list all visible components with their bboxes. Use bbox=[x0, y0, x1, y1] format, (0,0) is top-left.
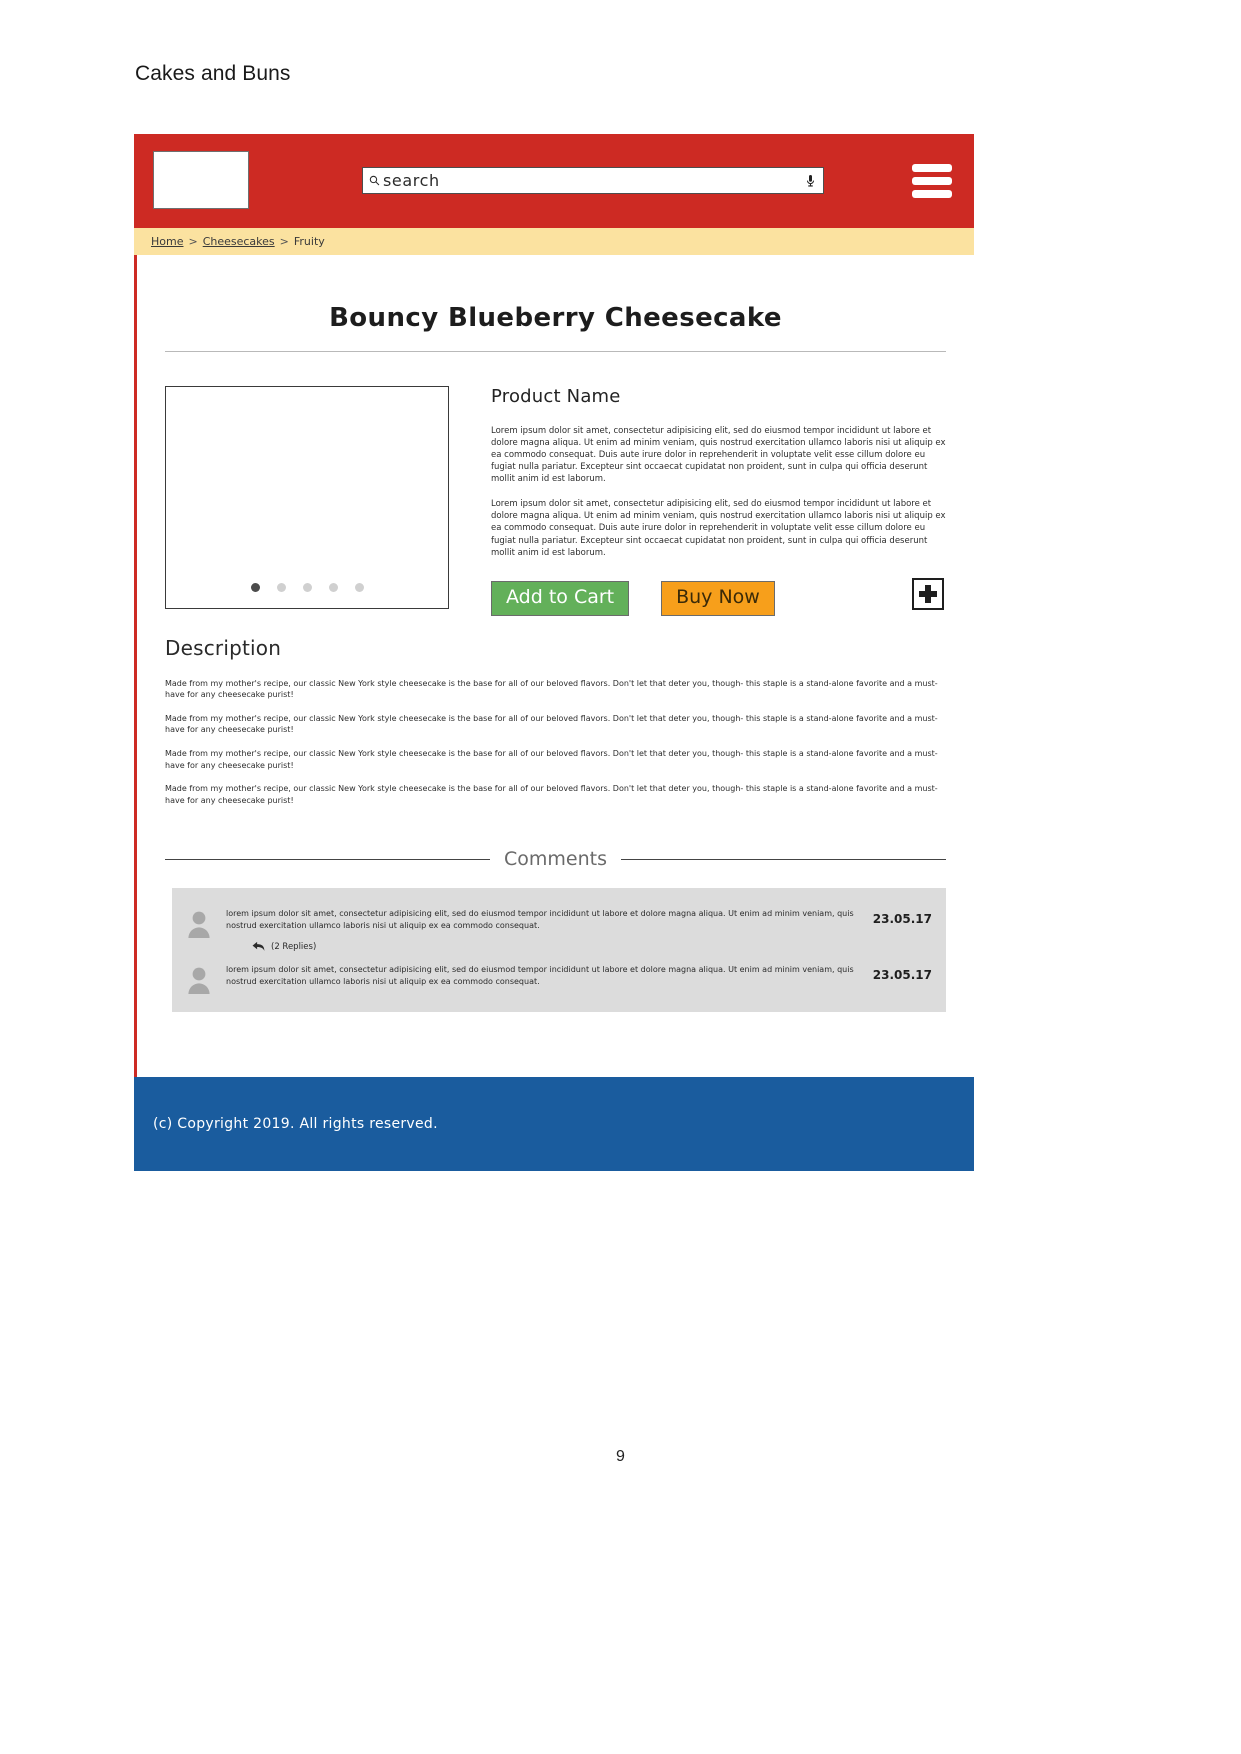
comments-divider-left bbox=[165, 858, 490, 860]
description-paragraph: Made from my mother's recipe, our classi… bbox=[165, 749, 938, 770]
description-heading: Description bbox=[165, 635, 282, 660]
comment-replies-link[interactable]: (2 Replies) bbox=[252, 941, 859, 952]
breadcrumb-item-home[interactable]: Home bbox=[151, 235, 183, 248]
search-bar[interactable]: search bbox=[362, 167, 824, 194]
description-paragraph: Made from my mother's recipe, our classi… bbox=[165, 784, 938, 805]
comment-date: 23.05.17 bbox=[872, 912, 932, 927]
description-paragraph: Made from my mother's recipe, our classi… bbox=[165, 713, 938, 735]
webpage-mockup: search Home > Cheesecakes > Fruity Bounc… bbox=[134, 134, 974, 1171]
search-icon bbox=[369, 175, 380, 186]
product-paragraph: Lorem ipsum dolor sit amet, consectetur … bbox=[491, 426, 946, 485]
microphone-icon[interactable] bbox=[806, 174, 815, 188]
breadcrumb: Home > Cheesecakes > Fruity bbox=[134, 228, 974, 255]
carousel-dot[interactable] bbox=[250, 583, 260, 592]
product-image-gallery[interactable] bbox=[165, 386, 449, 609]
plus-icon[interactable] bbox=[912, 578, 944, 610]
carousel-dot[interactable] bbox=[276, 583, 286, 592]
comments-header: Comments bbox=[137, 818, 974, 870]
hamburger-bar bbox=[912, 164, 952, 172]
comments-divider-right bbox=[621, 858, 946, 860]
breadcrumb-item-fruity: Fruity bbox=[293, 235, 325, 248]
hamburger-menu-icon[interactable] bbox=[912, 164, 952, 198]
carousel-dot[interactable] bbox=[354, 583, 364, 592]
hamburger-bar bbox=[912, 177, 952, 185]
page-content: Bouncy Blueberry Cheesecake Product Name… bbox=[134, 255, 974, 1077]
carousel-dot[interactable] bbox=[302, 583, 312, 592]
search-input[interactable]: search bbox=[383, 172, 806, 189]
comment-item: lorem ipsum dolor sit amet, consectetur … bbox=[186, 900, 932, 956]
copyright-text: (c) Copyright 2019. All rights reserved. bbox=[153, 1116, 438, 1132]
product-paragraph: Lorem ipsum dolor sit amet, consectetur … bbox=[491, 499, 946, 558]
breadcrumb-separator: > bbox=[279, 235, 289, 248]
product-name-heading: Product Name bbox=[491, 386, 621, 407]
breadcrumb-item-cheesecakes[interactable]: Cheesecakes bbox=[203, 235, 275, 248]
comment-date: 23.05.17 bbox=[872, 968, 932, 983]
description-paragraph: Made from my mother's recipe, our classi… bbox=[165, 678, 938, 700]
site-header: search bbox=[134, 134, 974, 228]
hamburger-bar bbox=[912, 190, 952, 198]
description-section: Description Made from my mother's recipe… bbox=[137, 616, 974, 807]
product-actions: Add to Cart Buy Now bbox=[491, 580, 946, 616]
page-title: Bouncy Blueberry Cheesecake bbox=[329, 303, 782, 333]
carousel-dots bbox=[166, 583, 448, 592]
comment-item: lorem ipsum dolor sit amet, consectetur … bbox=[186, 956, 932, 998]
logo-placeholder[interactable] bbox=[153, 151, 249, 209]
add-to-cart-button[interactable]: Add to Cart bbox=[491, 580, 630, 616]
user-avatar-icon bbox=[188, 911, 210, 939]
carousel-dot[interactable] bbox=[328, 583, 338, 592]
product-details: Product Name Lorem ipsum dolor sit amet,… bbox=[449, 386, 946, 616]
reply-arrow-icon bbox=[252, 942, 265, 952]
replies-label: (2 Replies) bbox=[271, 941, 317, 952]
breadcrumb-separator: > bbox=[188, 235, 198, 248]
user-avatar-icon bbox=[188, 967, 210, 995]
comments-heading: Comments bbox=[504, 848, 607, 871]
comment-text: lorem ipsum dolor sit amet, consectetur … bbox=[226, 909, 854, 931]
product-section: Product Name Lorem ipsum dolor sit amet,… bbox=[137, 352, 974, 616]
site-footer: (c) Copyright 2019. All rights reserved. bbox=[134, 1077, 974, 1171]
comments-list: lorem ipsum dolor sit amet, consectetur … bbox=[172, 888, 946, 1013]
comment-text: lorem ipsum dolor sit amet, consectetur … bbox=[226, 965, 854, 987]
document-header-title: Cakes and Buns bbox=[135, 62, 291, 85]
comment-body: lorem ipsum dolor sit amet, consectetur … bbox=[226, 908, 859, 952]
buy-now-button[interactable]: Buy Now bbox=[661, 580, 775, 616]
page-number: 9 bbox=[616, 1448, 625, 1465]
comment-body: lorem ipsum dolor sit amet, consectetur … bbox=[226, 964, 859, 988]
